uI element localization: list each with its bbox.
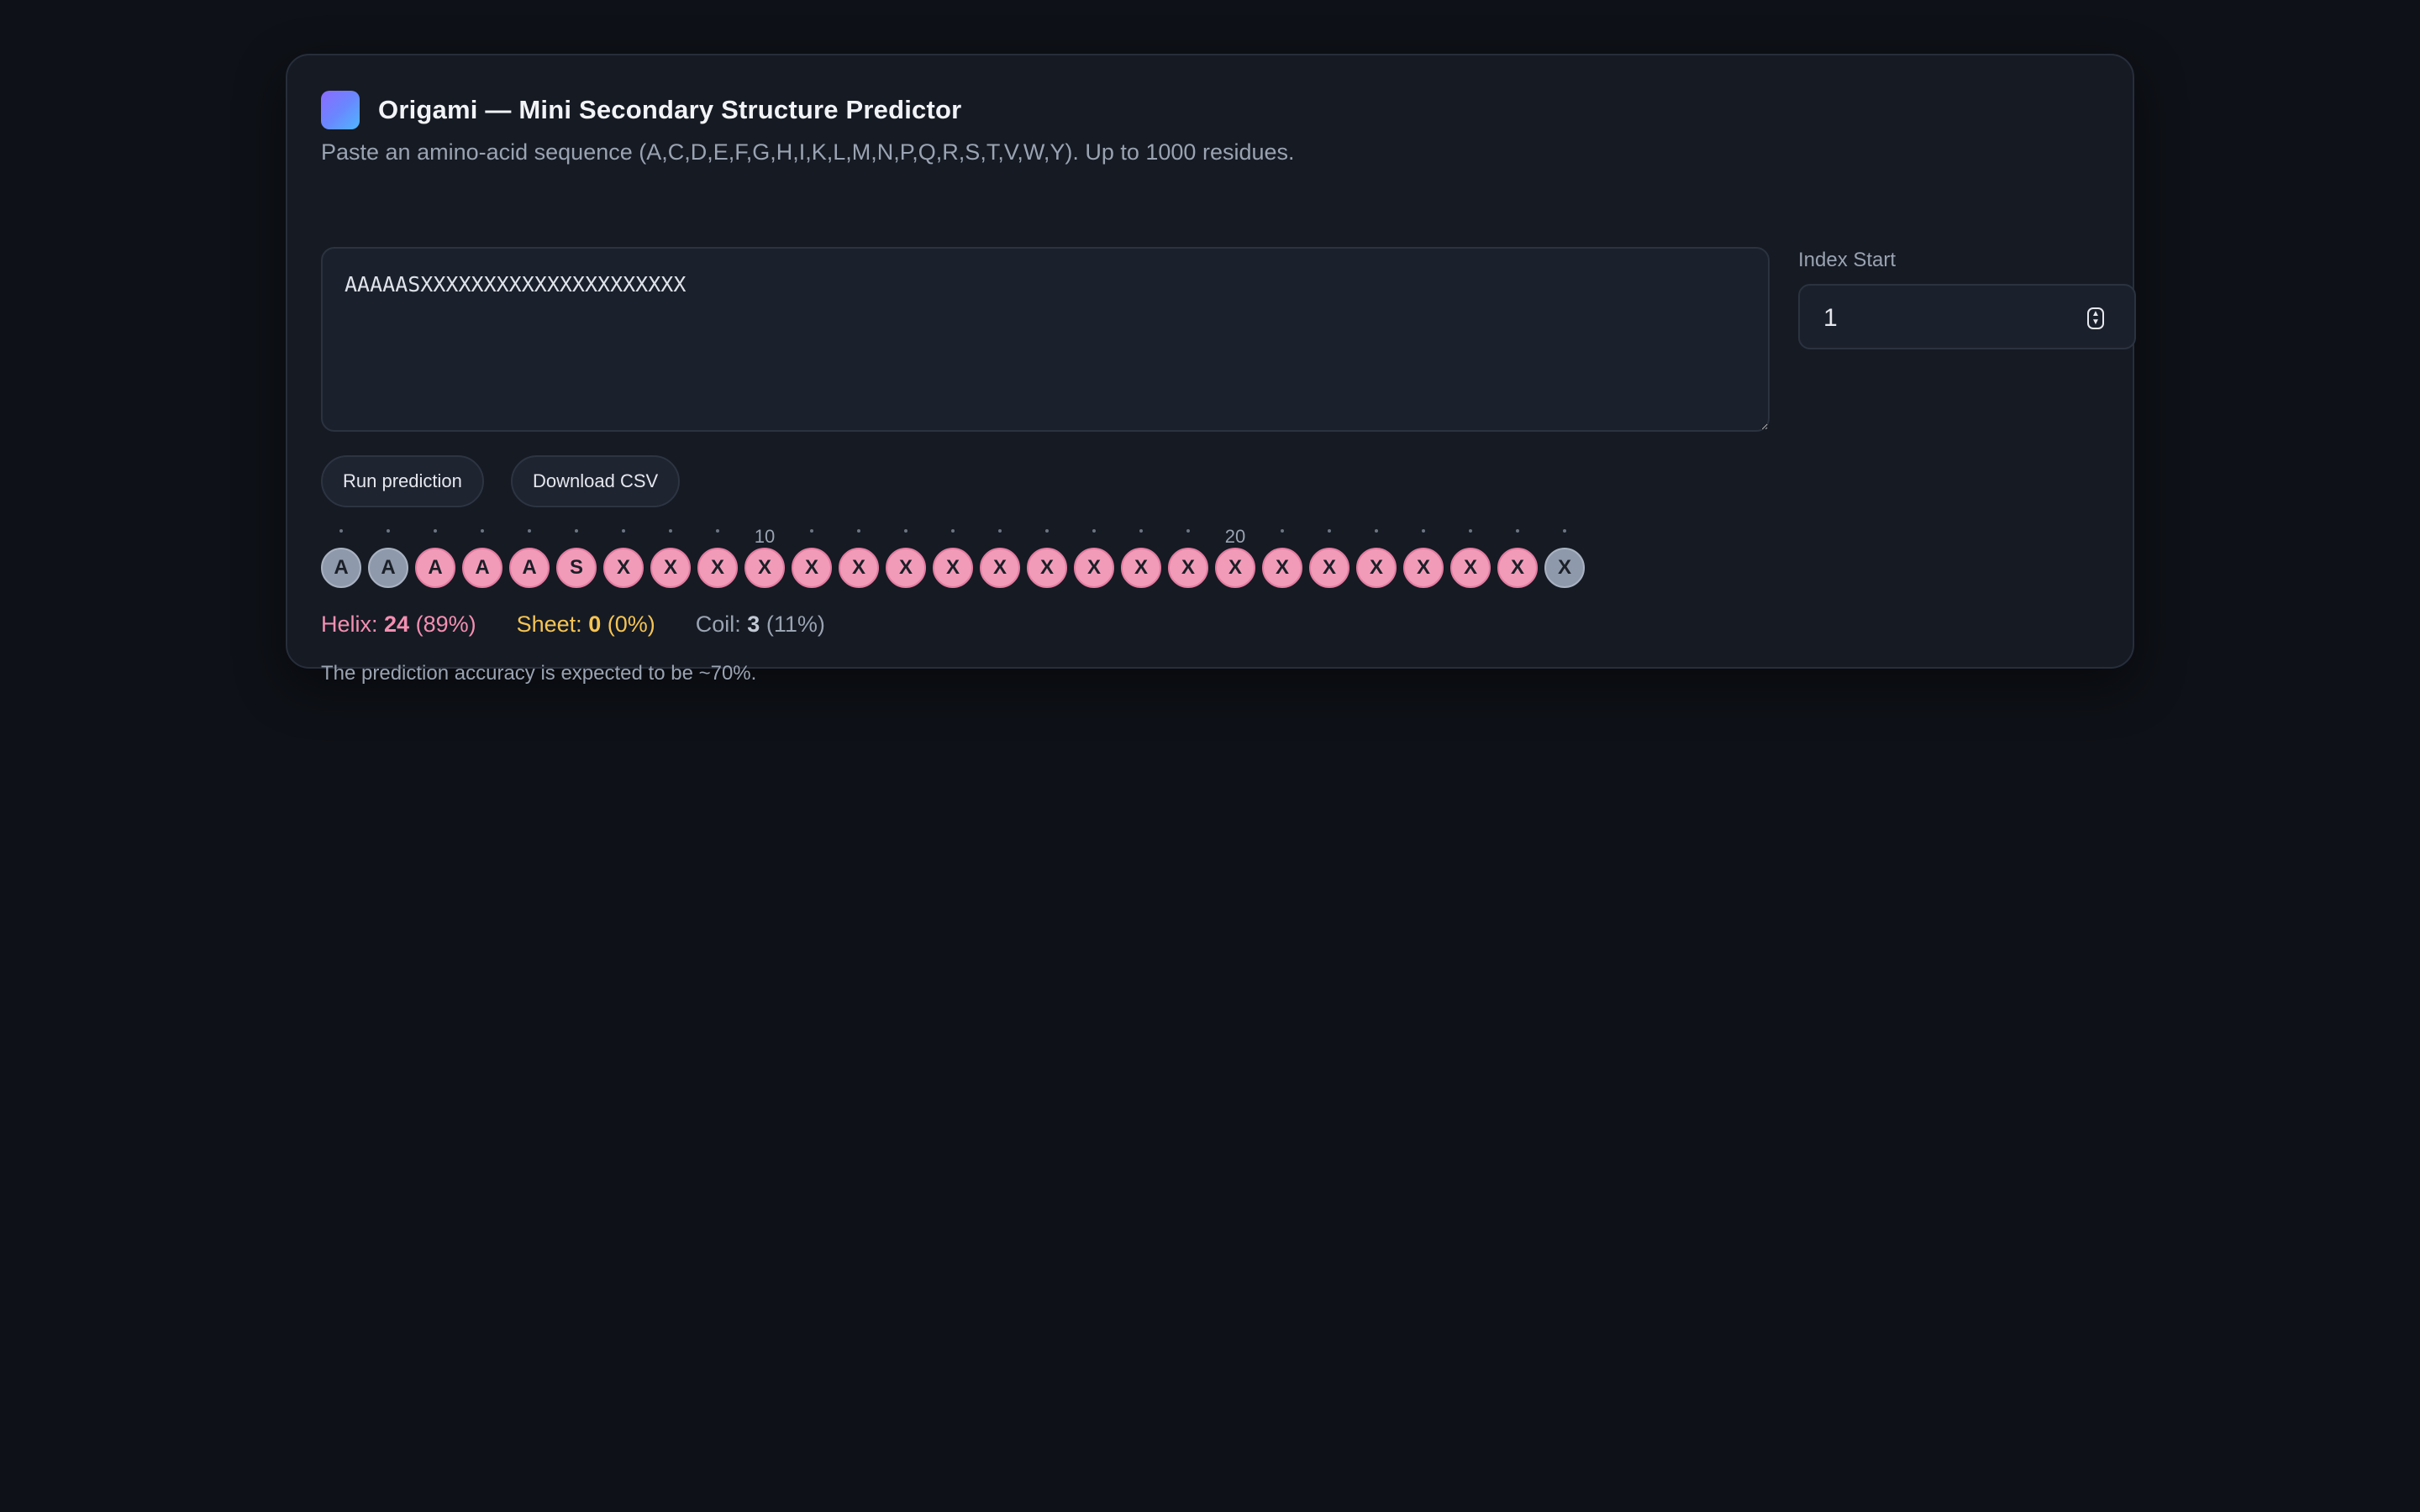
position-tick-dot xyxy=(904,529,908,533)
position-tick-dot xyxy=(1045,529,1049,533)
residue-bead[interactable]: X xyxy=(603,548,644,588)
position-tick-dot xyxy=(339,529,343,533)
position-tick-dot xyxy=(1375,529,1378,533)
coil-label: Coil: xyxy=(695,612,741,637)
residue-bead[interactable]: X xyxy=(1262,548,1302,588)
position-tick-dot xyxy=(857,529,860,533)
residue-bead[interactable]: A xyxy=(415,548,455,588)
position-tick-dot xyxy=(387,529,390,533)
residue-bead[interactable]: X xyxy=(744,548,785,588)
predictor-card: Origami — Mini Secondary Structure Predi… xyxy=(286,54,2136,685)
position-tick-dot xyxy=(1469,529,1472,533)
position-tick-label: 10 xyxy=(754,526,776,547)
position-tick-dot xyxy=(716,529,719,533)
download-csv-button[interactable]: Download CSV xyxy=(511,455,681,507)
accuracy-note: The prediction accuracy is expected to b… xyxy=(321,662,757,685)
position-tick-dot xyxy=(481,529,484,533)
sequence-input[interactable] xyxy=(321,247,1770,432)
residue-bead[interactable]: X xyxy=(1074,548,1114,588)
position-tick-dot xyxy=(1422,529,1425,533)
residue-bead[interactable]: X xyxy=(1168,548,1208,588)
residue-bead[interactable]: X xyxy=(1497,548,1538,588)
position-tick-label: 20 xyxy=(1224,526,1246,547)
helix-count: 24 xyxy=(384,612,410,637)
helix-label: Helix: xyxy=(321,612,378,637)
position-tick-dot xyxy=(1092,529,1096,533)
position-tick-dot xyxy=(1516,529,1519,533)
sheet-label: Sheet: xyxy=(516,612,582,637)
header: Origami — Mini Secondary Structure Predi… xyxy=(321,91,961,129)
position-tick-dot xyxy=(951,529,955,533)
sheet-count: 0 xyxy=(588,612,602,637)
position-tick-dot xyxy=(1186,529,1190,533)
residue-bead[interactable]: S xyxy=(556,548,597,588)
residue-bead[interactable]: X xyxy=(1309,548,1349,588)
number-stepper-icon[interactable]: ▲ ▼ xyxy=(2087,307,2104,329)
residue-bead[interactable]: X xyxy=(980,548,1020,588)
residue-bead[interactable]: A xyxy=(462,548,502,588)
index-start-field[interactable]: 1 ▲ ▼ xyxy=(1798,284,2136,349)
helix-stat: Helix: 24 (89%) xyxy=(321,612,476,638)
page-subtitle: Paste an amino-acid sequence (A,C,D,E,F,… xyxy=(321,139,1295,165)
position-tick-dot xyxy=(669,529,672,533)
position-tick-dot xyxy=(622,529,625,533)
coil-percent: (11%) xyxy=(765,612,825,637)
position-tick-dot xyxy=(998,529,1002,533)
residue-bead[interactable]: X xyxy=(1356,548,1397,588)
helix-percent: (89%) xyxy=(415,612,476,637)
residue-bead[interactable]: X xyxy=(1544,548,1585,588)
coil-count: 3 xyxy=(747,612,760,637)
residue-bead[interactable]: X xyxy=(1215,548,1255,588)
residue-bead[interactable]: A xyxy=(509,548,550,588)
residue-bead[interactable]: X xyxy=(1403,548,1444,588)
position-tick-dot xyxy=(810,529,813,533)
residue-bead[interactable]: X xyxy=(650,548,691,588)
residue-bead[interactable]: X xyxy=(792,548,832,588)
coil-stat: Coil: 3 (11%) xyxy=(696,612,825,638)
residue-bead[interactable]: X xyxy=(886,548,926,588)
residue-bead[interactable]: X xyxy=(839,548,879,588)
page-title: Origami — Mini Secondary Structure Predi… xyxy=(378,95,962,124)
residue-bead[interactable]: X xyxy=(1450,548,1491,588)
position-tick-dot xyxy=(575,529,578,533)
residue-bead[interactable]: X xyxy=(933,548,973,588)
residue-bead[interactable]: X xyxy=(1027,548,1067,588)
index-start-label: Index Start xyxy=(1798,249,1897,271)
sheet-stat: Sheet: 0 (0%) xyxy=(517,612,655,638)
position-tick-dot xyxy=(1281,529,1284,533)
residue-bead[interactable]: A xyxy=(368,548,408,588)
position-tick-dot xyxy=(1139,529,1143,533)
position-tick-dot xyxy=(434,529,437,533)
structure-stats: Helix: 24 (89%) Sheet: 0 (0%) Coil: 3 (1… xyxy=(321,612,865,638)
position-tick-dot xyxy=(528,529,531,533)
app-logo-icon xyxy=(321,91,360,129)
residue-bead[interactable]: X xyxy=(1121,548,1161,588)
index-start-value: 1 xyxy=(1823,304,1838,332)
run-prediction-button[interactable]: Run prediction xyxy=(321,455,484,507)
position-tick-dot xyxy=(1328,529,1331,533)
residue-bead[interactable]: A xyxy=(321,548,361,588)
sheet-percent: (0%) xyxy=(607,612,655,637)
residue-bead[interactable]: X xyxy=(697,548,738,588)
position-tick-dot xyxy=(1563,529,1566,533)
